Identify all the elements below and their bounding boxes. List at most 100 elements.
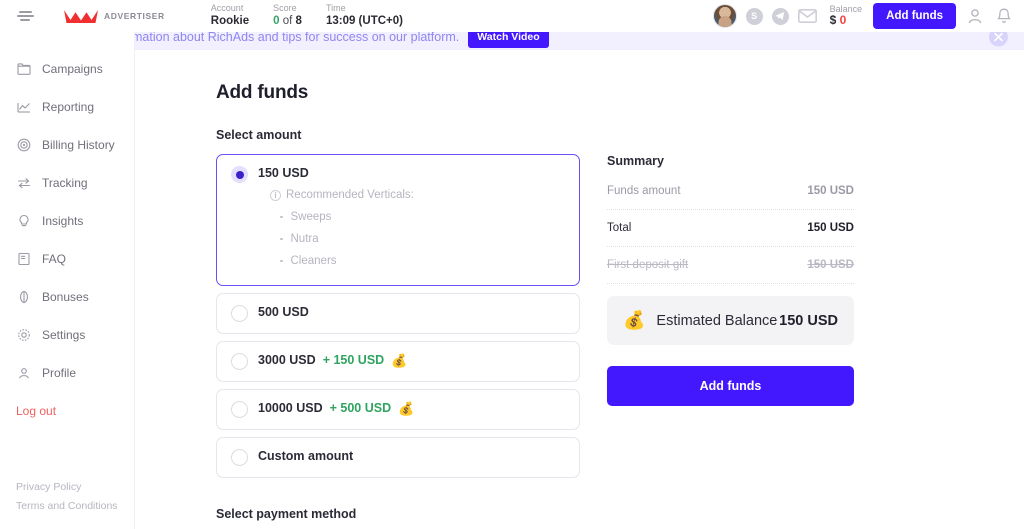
- balance-number: 0: [839, 13, 847, 28]
- summary-row-total: Total 150 USD: [607, 222, 854, 247]
- stat-time: Time 13:09 (UTC+0): [326, 3, 427, 28]
- chart-line-icon: [16, 100, 31, 115]
- summary-row-funds-amount-value: 150 USD: [807, 185, 854, 197]
- amount-option-150[interactable]: 150 USD i Recommended Verticals: Sweeps: [216, 154, 580, 286]
- amount-option-3000-label: 3000 USD: [258, 353, 316, 367]
- sidebar-item-insights-label: Insights: [42, 214, 84, 228]
- radio-3000[interactable]: [231, 353, 248, 370]
- skype-icon[interactable]: S: [745, 7, 763, 25]
- piggy-bank-icon: 💰: [391, 352, 408, 368]
- vertical-item-cleaners-label: Cleaners: [290, 255, 337, 267]
- piggy-bank-icon: 💰: [623, 310, 646, 330]
- bullet-icon: [280, 215, 283, 219]
- radio-custom[interactable]: [231, 449, 248, 466]
- recommended-verticals-header: i Recommended Verticals:: [270, 189, 565, 201]
- balance-currency: $: [829, 13, 837, 28]
- privacy-policy-link[interactable]: Privacy Policy: [16, 478, 118, 496]
- radio-10000[interactable]: [231, 401, 248, 418]
- estimated-balance-label: Estimated Balance: [656, 312, 778, 329]
- sidebar-item-billing-history[interactable]: Billing History: [0, 126, 134, 164]
- sidebar-item-bonuses[interactable]: Bonuses: [0, 278, 134, 316]
- stat-score-label: Score: [273, 3, 297, 14]
- mail-icon[interactable]: [797, 9, 817, 23]
- amount-option-500-label: 500 USD: [258, 305, 309, 319]
- notifications-bell-icon[interactable]: [994, 6, 1014, 26]
- gear-icon: [16, 328, 31, 343]
- app-root: ADVERTISER Account Rookie Score 0 of 8 T…: [0, 0, 1024, 529]
- sidebar-item-profile[interactable]: Profile: [0, 354, 134, 392]
- folder-icon: [16, 62, 31, 77]
- sidebar-item-insights[interactable]: Insights: [0, 202, 134, 240]
- select-amount-label: Select amount: [216, 128, 302, 142]
- sidebar-item-reporting[interactable]: Reporting: [0, 88, 134, 126]
- radio-150[interactable]: [231, 166, 248, 183]
- person-icon: [16, 366, 31, 381]
- hamburger-icon[interactable]: [8, 11, 42, 21]
- summary-row-first-deposit-gift-value: 150 USD: [807, 259, 854, 271]
- sidebar-footer: Privacy Policy Terms and Conditions: [16, 478, 118, 515]
- summary-row-total-value: 150 USD: [807, 222, 854, 234]
- estimated-balance-value: 150 USD: [779, 312, 838, 329]
- main-content: Add funds Select amount 150 USD i Recomm…: [135, 50, 1024, 529]
- amount-option-custom-label: Custom amount: [258, 449, 354, 463]
- sidebar: Campaigns Reporting Billing History Trac…: [0, 32, 135, 529]
- summary-row-first-deposit-gift: First deposit gift 150 USD: [607, 259, 854, 284]
- select-payment-method-label: Select payment method: [216, 507, 357, 521]
- sidebar-item-settings-label: Settings: [42, 328, 86, 342]
- brand-logo[interactable]: ADVERTISER: [64, 9, 165, 24]
- vertical-item-sweeps: Sweeps: [280, 211, 565, 223]
- amount-option-10000-bonus: + 500 USD: [329, 401, 392, 415]
- amount-option-10000-label: 10000 USD: [258, 401, 323, 415]
- book-icon: [16, 252, 31, 267]
- sidebar-item-bonuses-label: Bonuses: [42, 290, 89, 304]
- stat-score: Score 0 of 8: [273, 3, 326, 28]
- content-columns: 150 USD i Recommended Verticals: Sweeps: [216, 154, 1024, 485]
- balance-value: $ 0: [829, 13, 863, 28]
- amount-option-150-label: 150 USD: [258, 166, 309, 180]
- sidebar-item-settings[interactable]: Settings: [0, 316, 134, 354]
- amount-option-3000-bonus: + 150 USD: [322, 353, 385, 367]
- amount-option-custom[interactable]: Custom amount: [216, 437, 580, 478]
- sidebar-item-campaigns[interactable]: Campaigns: [0, 50, 134, 88]
- vertical-item-nutra: Nutra: [280, 233, 565, 245]
- add-funds-header-button[interactable]: Add funds: [873, 3, 956, 29]
- vertical-item-nutra-label: Nutra: [290, 233, 319, 245]
- summary-row-funds-amount-key: Funds amount: [607, 185, 681, 197]
- estimated-balance-box: 💰 Estimated Balance 150 USD: [607, 296, 854, 345]
- sidebar-item-tracking[interactable]: Tracking: [0, 164, 134, 202]
- page-title: Add funds: [216, 82, 309, 103]
- amount-option-500[interactable]: 500 USD: [216, 293, 580, 334]
- bullet-icon: [280, 259, 283, 263]
- sidebar-item-reporting-label: Reporting: [42, 100, 95, 114]
- bullet-icon: [280, 237, 283, 241]
- stat-time-value: 13:09 (UTC+0): [325, 15, 403, 28]
- summary-panel: Summary Funds amount 150 USD Total 150 U…: [607, 154, 854, 485]
- gift-circle-icon: [16, 290, 31, 305]
- summary-row-funds-amount: Funds amount 150 USD: [607, 185, 854, 210]
- terms-conditions-link[interactable]: Terms and Conditions: [16, 497, 118, 515]
- avatar[interactable]: [712, 4, 737, 28]
- vertical-item-sweeps-label: Sweeps: [290, 211, 332, 223]
- recommended-verticals-label: Recommended Verticals:: [286, 189, 414, 201]
- amount-option-10000[interactable]: 10000 USD + 500 USD 💰: [216, 389, 580, 430]
- amount-options-list: 150 USD i Recommended Verticals: Sweeps: [216, 154, 580, 485]
- logout-button[interactable]: Log out: [0, 404, 134, 418]
- top-header: ADVERTISER Account Rookie Score 0 of 8 T…: [0, 0, 1024, 32]
- radio-500[interactable]: [231, 305, 248, 322]
- amount-option-3000[interactable]: 3000 USD + 150 USD 💰: [216, 341, 580, 382]
- stat-account-value: Rookie: [210, 15, 250, 28]
- stat-account-label: Account: [210, 3, 244, 14]
- header-right-cluster: S Balance $ 0 Add funds: [712, 3, 1024, 29]
- telegram-icon[interactable]: [771, 7, 789, 25]
- crown-logo-icon: [64, 9, 98, 24]
- sidebar-item-faq[interactable]: FAQ: [0, 240, 134, 278]
- sidebar-item-profile-label: Profile: [42, 366, 77, 380]
- user-account-icon[interactable]: [965, 6, 985, 26]
- promo-banner-text: mation about RichAds and tips for succes…: [132, 30, 460, 44]
- balance-display: Balance $ 0: [830, 4, 863, 28]
- stat-score-total: 8: [295, 15, 302, 28]
- header-stats: Account Rookie Score 0 of 8 Time 13:09 (…: [211, 3, 427, 28]
- summary-title: Summary: [607, 154, 664, 168]
- add-funds-submit-button[interactable]: Add funds: [607, 366, 854, 406]
- sidebar-item-campaigns-label: Campaigns: [42, 62, 103, 76]
